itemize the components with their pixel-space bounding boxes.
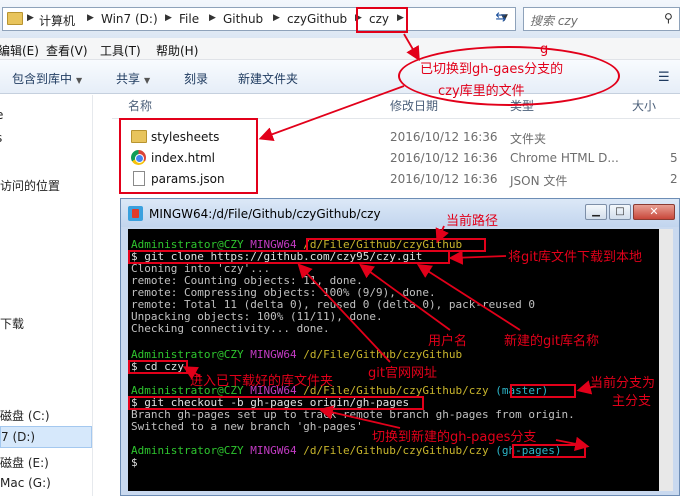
arrow	[448, 250, 507, 265]
arrow	[403, 33, 420, 62]
arrow	[359, 263, 451, 331]
arrow	[555, 436, 590, 451]
annotation-arrows	[182, 33, 597, 451]
arrow	[258, 85, 405, 142]
arrow	[416, 264, 521, 331]
arrow	[297, 263, 391, 363]
arrow	[576, 380, 597, 395]
screenshot-root: ▶ 计算机 ▶ Win7 (D:) ▶ File ▶ Github ▶ czyG…	[0, 0, 680, 496]
arrow	[435, 225, 449, 244]
arrow	[182, 366, 201, 380]
arrow	[318, 405, 401, 429]
